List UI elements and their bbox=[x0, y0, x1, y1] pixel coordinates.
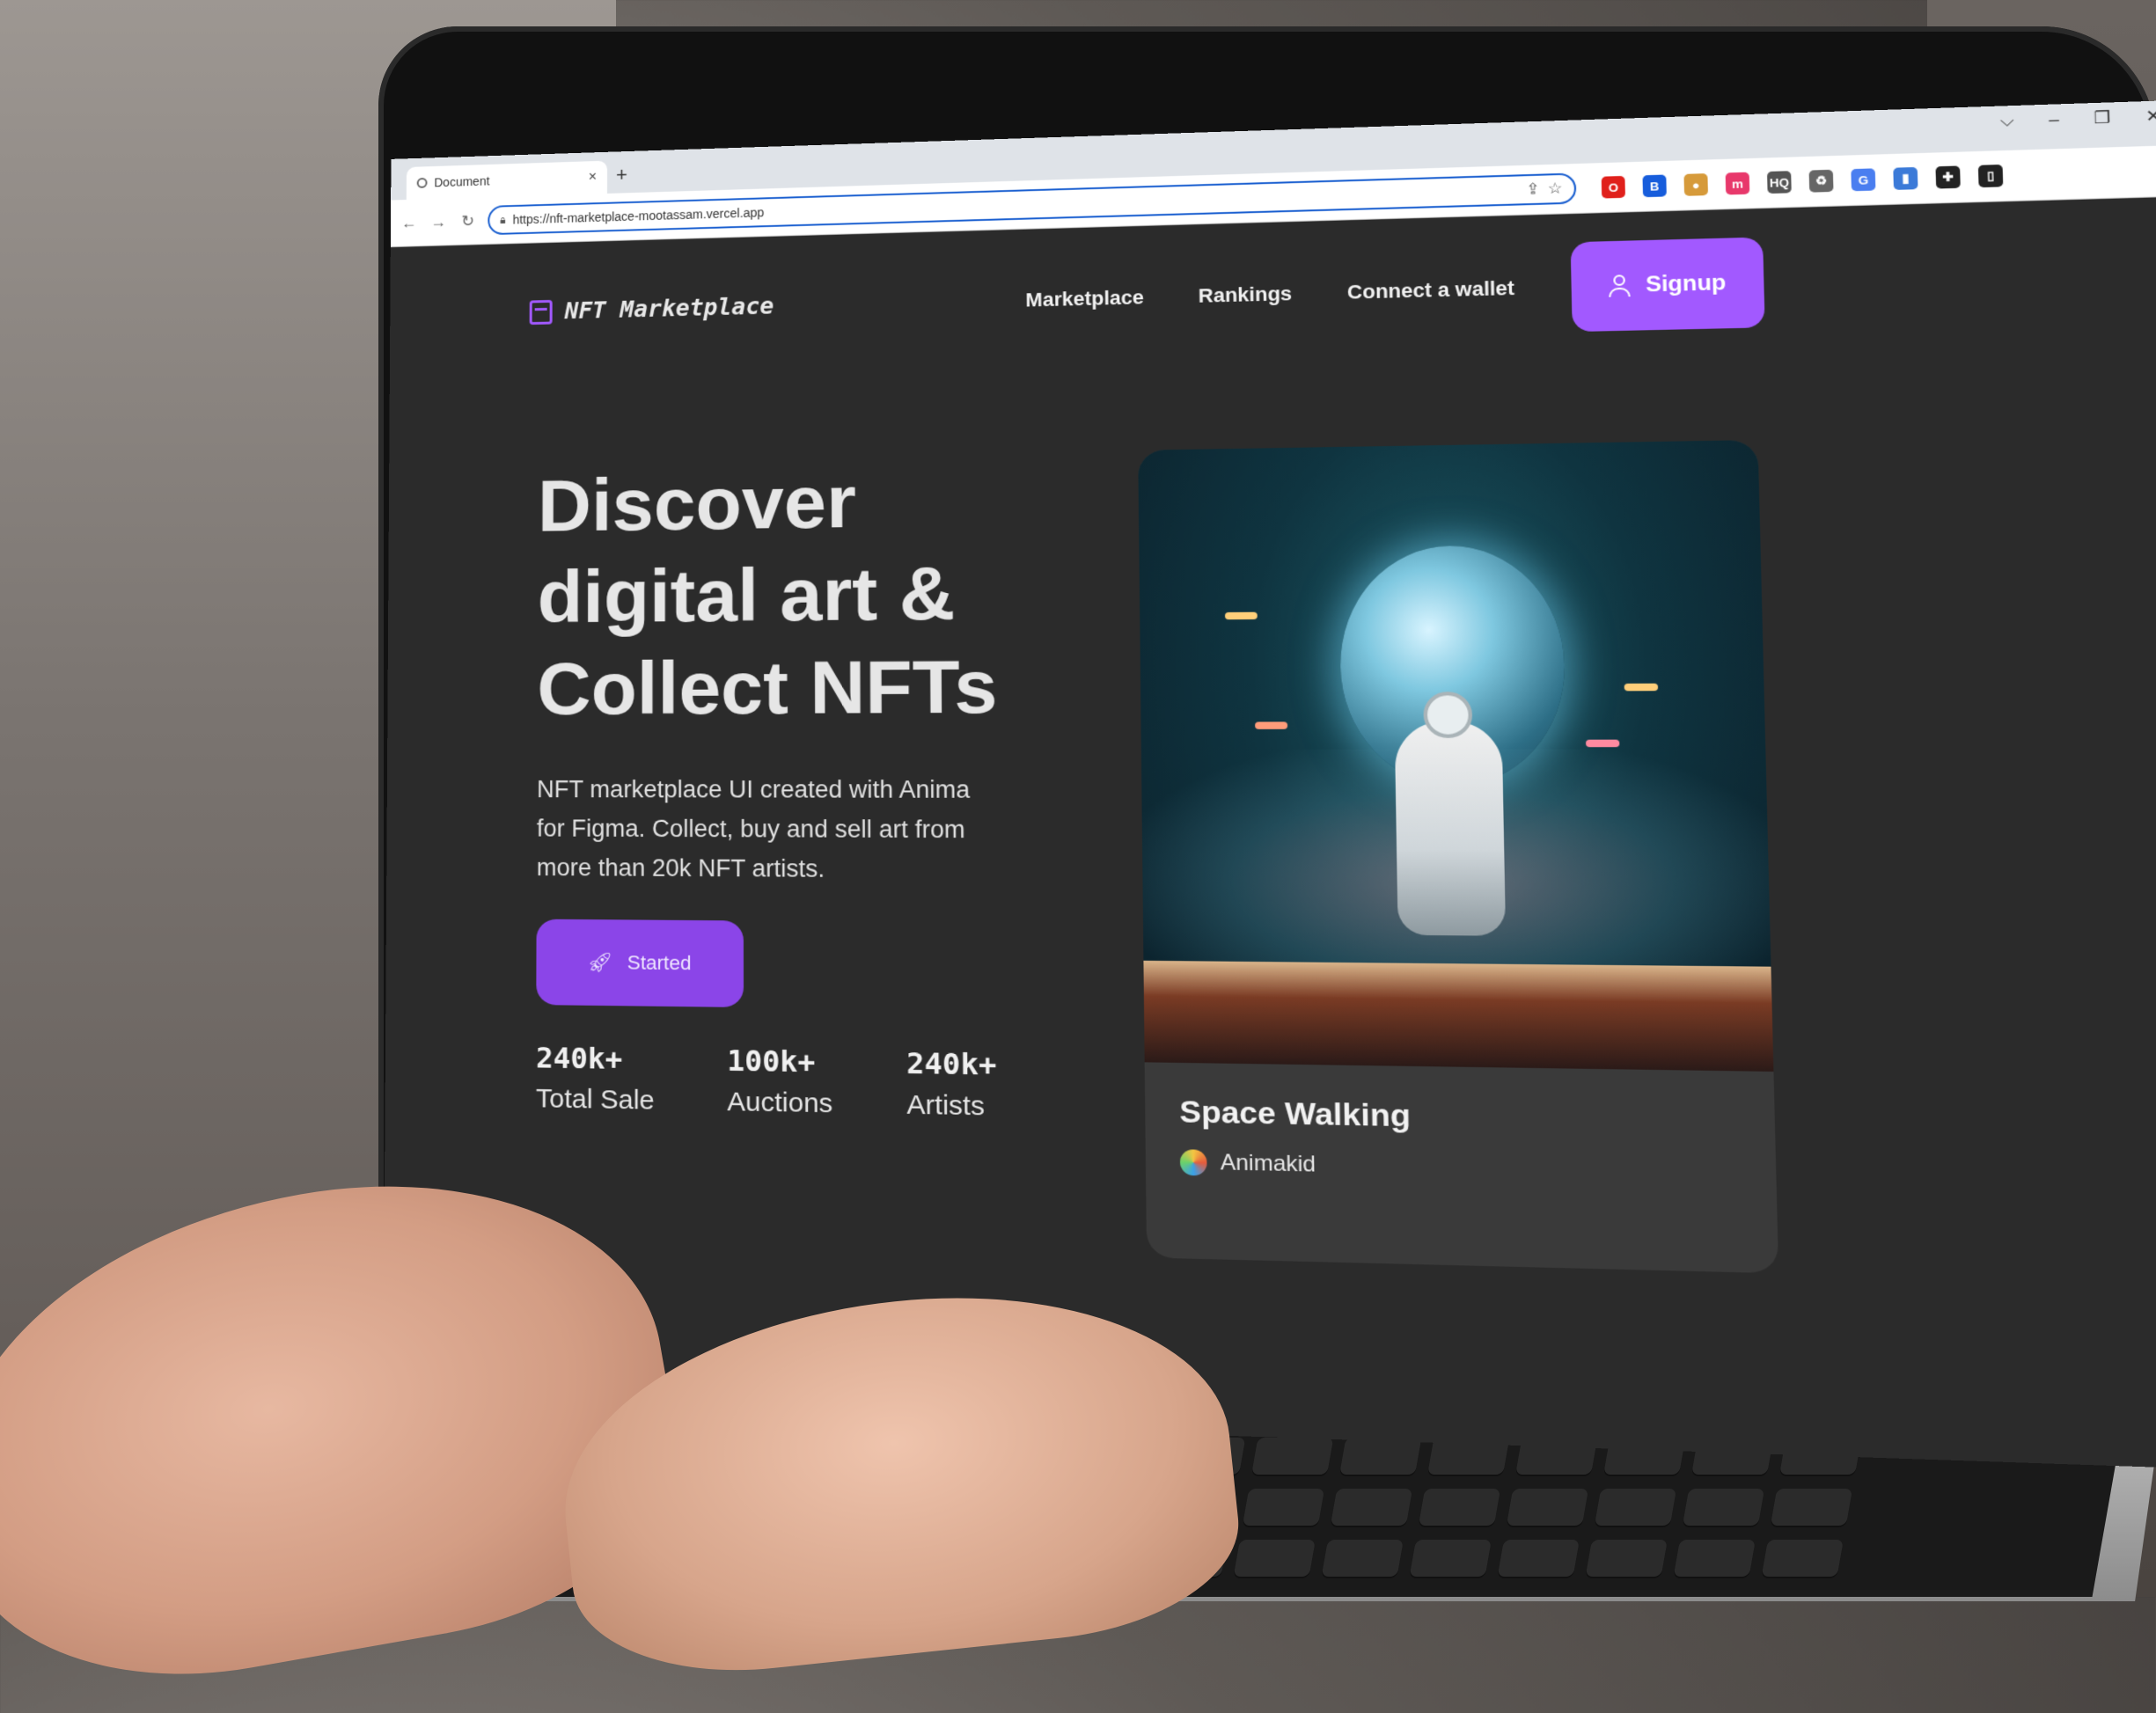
astronaut-figure bbox=[1395, 721, 1506, 936]
share-icon[interactable]: ⇪ bbox=[1526, 180, 1540, 199]
reload-button[interactable]: ↻ bbox=[458, 212, 478, 231]
stat-auctions: 100k+ Auctions bbox=[727, 1043, 832, 1120]
recycle-icon[interactable]: ♻ bbox=[1809, 170, 1834, 193]
restore-button[interactable]: ❐ bbox=[2094, 108, 2111, 128]
nft-artist[interactable]: Animakid bbox=[1180, 1149, 1740, 1187]
tab-title: Document bbox=[434, 171, 581, 189]
sidepanel-icon[interactable]: ▯ bbox=[1978, 165, 2004, 187]
tab-close-icon[interactable]: × bbox=[589, 170, 597, 186]
storefront-icon bbox=[530, 300, 553, 325]
new-tab-button[interactable]: + bbox=[616, 164, 627, 187]
stat-artists: 240k+ Artists bbox=[906, 1046, 997, 1123]
get-started-button[interactable]: 🚀︎ Started bbox=[536, 919, 744, 1007]
hero-section: Discover digital art & Collect NFTs NFT … bbox=[536, 452, 1013, 1123]
nft-marketplace-page: NFT Marketplace Marketplace Rankings Con… bbox=[383, 197, 2156, 1470]
stat-label: Auctions bbox=[727, 1087, 832, 1119]
stat-total-sale: 240k+ Total Sale bbox=[536, 1041, 655, 1116]
rocket-icon: 🚀︎ bbox=[588, 951, 613, 975]
stat-value: 100k+ bbox=[727, 1043, 832, 1080]
stat-value: 240k+ bbox=[536, 1041, 655, 1077]
signup-label: Signup bbox=[1646, 270, 1727, 298]
close-window-button[interactable]: ✕ bbox=[2145, 106, 2156, 127]
hero-title-line: digital art & bbox=[538, 551, 956, 638]
extension-icons: O B ● m HQ ♻ G ▮ ✚ ▯ bbox=[1602, 165, 2004, 199]
stat-label: Total Sale bbox=[536, 1084, 655, 1116]
spark bbox=[1586, 740, 1619, 748]
doc-icon[interactable]: ▮ bbox=[1893, 167, 1918, 190]
featured-nft-card[interactable]: Space Walking Animakid bbox=[1138, 440, 1778, 1273]
signup-button[interactable]: Signup bbox=[1570, 237, 1764, 332]
cookie-icon[interactable]: ● bbox=[1683, 173, 1708, 196]
tab-favicon-icon bbox=[417, 178, 428, 188]
spark bbox=[1225, 612, 1258, 620]
brand-logo[interactable]: NFT Marketplace bbox=[530, 294, 774, 326]
stat-label: Artists bbox=[906, 1090, 996, 1123]
tab-search-icon[interactable]: ⌵ bbox=[2000, 111, 2014, 131]
nav-link-rankings[interactable]: Rankings bbox=[1199, 282, 1293, 308]
nft-artwork-image[interactable] bbox=[1138, 440, 1773, 1072]
hero-title-line: Collect NFTs bbox=[537, 644, 998, 730]
used-hq-icon[interactable]: HQ bbox=[1767, 171, 1792, 194]
artist-avatar bbox=[1180, 1149, 1207, 1175]
spark bbox=[1624, 684, 1659, 692]
get-started-label: Started bbox=[627, 951, 692, 975]
forward-button[interactable]: → bbox=[429, 213, 448, 231]
stat-value: 240k+ bbox=[906, 1046, 996, 1082]
bitwarden-icon[interactable]: B bbox=[1642, 174, 1666, 197]
spark bbox=[1255, 721, 1287, 728]
artist-name: Animakid bbox=[1221, 1150, 1316, 1178]
lock-icon[interactable]: 🔒︎ bbox=[500, 214, 505, 227]
back-button[interactable]: ← bbox=[400, 214, 419, 232]
nft-info: Space Walking Animakid bbox=[1145, 1062, 1778, 1220]
hero-title-line: Discover bbox=[538, 459, 856, 546]
hero-subtitle: NFT marketplace UI created with Anima fo… bbox=[537, 770, 993, 889]
bookmark-star-icon[interactable]: ☆ bbox=[1548, 179, 1563, 198]
nav-link-marketplace[interactable]: Marketplace bbox=[1025, 286, 1144, 312]
planet-ground bbox=[1143, 961, 1773, 1072]
hero-title: Discover digital art & Collect NFTs bbox=[537, 452, 1009, 734]
nav-link-connect-wallet[interactable]: Connect a wallet bbox=[1347, 276, 1515, 304]
window-controls: ⌵ – ❐ ✕ bbox=[2000, 106, 2156, 131]
laptop-screen: Document × + ⌵ – ❐ ✕ ← → ↻ 🔒︎ https://nf… bbox=[383, 100, 2156, 1469]
brand-name: NFT Marketplace bbox=[565, 294, 774, 326]
browser-tab[interactable]: Document × bbox=[407, 161, 607, 200]
puzzle-icon[interactable]: ✚ bbox=[1935, 165, 1960, 188]
extension-m-icon[interactable]: m bbox=[1726, 172, 1750, 195]
translate-icon[interactable]: G bbox=[1851, 168, 1875, 191]
site-header: NFT Marketplace Marketplace Rankings Con… bbox=[530, 236, 1765, 355]
minimize-button[interactable]: – bbox=[2049, 110, 2059, 130]
user-icon bbox=[1608, 275, 1630, 297]
opera-icon[interactable]: O bbox=[1602, 176, 1625, 199]
main-nav: Marketplace Rankings Connect a wallet Si… bbox=[1025, 237, 1765, 344]
stats-row: 240k+ Total Sale 100k+ Auctions 240k+ Ar… bbox=[536, 1041, 1013, 1124]
nft-title[interactable]: Space Walking bbox=[1179, 1094, 1739, 1141]
